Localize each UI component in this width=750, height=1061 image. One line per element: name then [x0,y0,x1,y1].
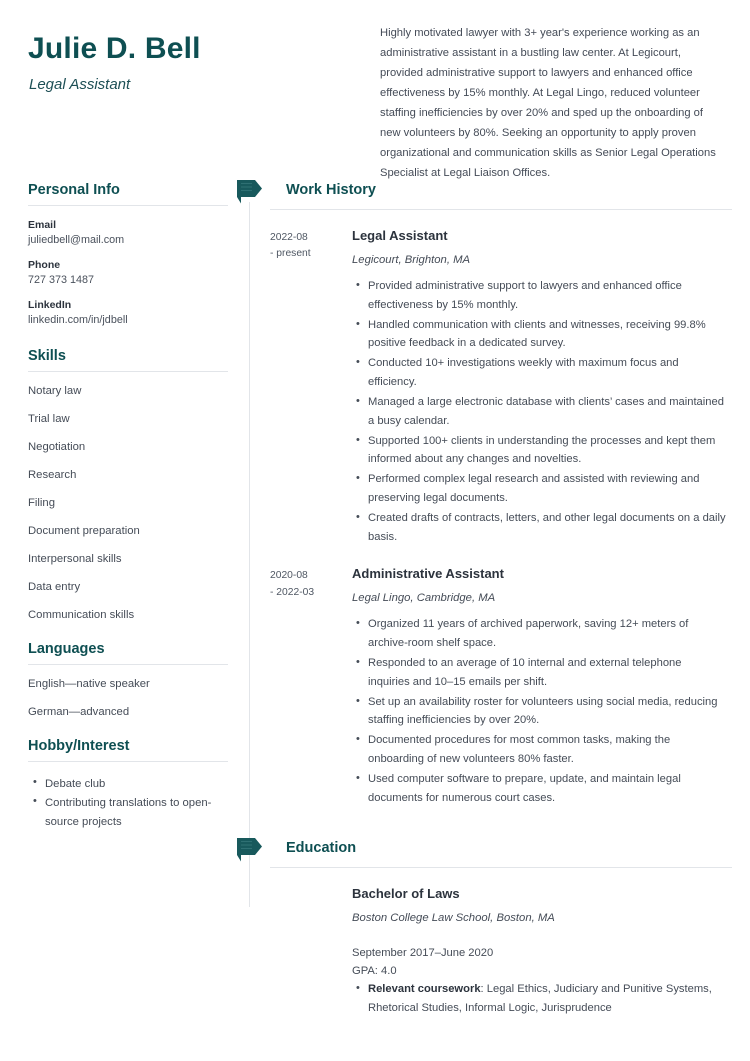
skill-item: Trial law [28,413,70,425]
language-item: English—native speaker [28,678,150,690]
contact-value-phone[interactable]: 727 373 1487 [28,274,228,286]
section-rule [28,761,228,762]
resume-page: Julie D. Bell Legal Assistant Highly mot… [0,0,750,1061]
list-item: Managed a large electronic database with… [356,392,726,431]
section-rule [270,209,732,210]
work-entry-bullets: Provided administrative support to lawye… [352,276,726,547]
education-header: Education [237,836,750,862]
contact-item-email: Email juliedbell@mail.com [28,219,228,246]
list-item: Handled communication with clients and w… [356,315,726,354]
education-heading: Education [286,839,357,856]
work-entry-bullets: Organized 11 years of archived paperwork… [352,614,726,808]
hobby-section: Hobby/Interest Debate club Contributing … [28,734,228,831]
list-item: Responded to an average of 10 internal a… [356,653,726,692]
education-entry-body: Bachelor of Laws Boston College Law Scho… [352,886,732,1018]
list-item: Used computer software to prepare, updat… [356,769,726,808]
education-degree: Bachelor of Laws [352,885,460,901]
skill-item: Negotiation [28,441,86,453]
section-rule [28,664,228,665]
professional-summary: Highly motivated lawyer with 3+ year's e… [380,27,716,179]
list-item: Documented procedures for most common ta… [356,730,726,769]
education-section: Education Bachelor of Laws Boston Colleg… [237,836,750,1018]
education-dates: September 2017–June 2020 [352,946,494,959]
resume-header: Julie D. Bell Legal Assistant Highly mot… [0,0,750,179]
work-history-heading: Work History [286,182,376,198]
list-item: Contributing translations to open-source… [33,793,228,831]
skill-item: Research [28,469,77,481]
work-history-header: Work History [237,178,750,204]
list-item: Performed complex legal research and ass… [356,469,726,508]
personal-info-section: Personal Info Email juliedbell@mail.com … [28,178,228,326]
education-gpa: GPA: 4.0 [352,964,397,977]
skill-item: Data entry [28,581,81,593]
list-item: Conducted 10+ investigations weekly with… [356,353,726,392]
contact-label: Phone [28,259,61,271]
main-column: Work History 2022-08 - present Legal Ass… [237,178,750,1018]
candidate-name: Julie D. Bell [28,32,201,65]
coursework-label: Relevant coursework [368,982,481,995]
section-rule [28,205,228,206]
skill-item: Filing [28,497,55,509]
list-item: Provided administrative support to lawye… [356,276,726,315]
skills-section: Skills Notary law Trial law Negotiation … [28,344,228,621]
contact-label: Email [28,219,57,231]
work-entry-title: Legal Assistant [352,228,448,243]
list-item: Supported 100+ clients in understanding … [356,431,726,470]
work-entry-dates: 2022-08 - present [270,230,340,263]
contact-label: LinkedIn [28,299,72,311]
list-item: Debate club [33,774,228,793]
date-end: - present [270,248,311,260]
date-end: - 2022-03 [270,586,315,598]
flag-icon [235,178,265,206]
skill-item: Document preparation [28,525,140,537]
skill-item: Notary law [28,385,82,397]
hobby-heading: Hobby/Interest [28,738,130,754]
languages-section: Languages English—native speaker German—… [28,637,228,718]
date-start: 2022-08 [270,232,308,243]
flag-icon [235,836,265,864]
work-entry-dates: 2020-08 - 2022-03 [270,568,340,601]
section-rule [28,371,228,372]
list-item: Set up an availability roster for volunt… [356,692,726,731]
work-entry-org: Legal Lingo, Cambridge, MA [352,592,496,605]
work-history-section: Work History 2022-08 - present Legal Ass… [237,178,750,808]
contact-value-email[interactable]: juliedbell@mail.com [28,234,228,246]
sidebar: Personal Info Email juliedbell@mail.com … [0,178,250,833]
list-item: Created drafts of contracts, letters, an… [356,508,726,547]
candidate-job-title: Legal Assistant [29,76,131,93]
education-entry: Bachelor of Laws Boston College Law Scho… [250,886,750,1018]
section-rule [270,866,732,868]
skill-item: Interpersonal skills [28,553,122,565]
education-coursework-list: Relevant coursework: Legal Ethics, Judic… [352,979,726,1018]
list-item: Organized 11 years of archived paperwork… [356,614,726,653]
work-entry-title: Administrative Assistant [352,566,504,582]
date-start: 2020-08 [270,570,308,582]
contact-item-phone: Phone 727 373 1487 [28,259,228,286]
work-entry: 2020-08 - 2022-03 Administrative Assista… [250,566,750,807]
work-entry-body: Legal Assistant Legicourt, Brighton, MA … [352,228,732,546]
skill-item: Communication skills [28,609,135,621]
language-item: German—advanced [28,706,130,718]
personal-info-heading: Personal Info [28,182,120,198]
skills-heading: Skills [28,348,66,364]
education-school: Boston College Law School, Boston, MA [352,911,555,924]
contact-item-linkedin: LinkedIn linkedin.com/in/jdbell [28,299,228,326]
work-entry-org: Legicourt, Brighton, MA [352,254,471,266]
work-entry-body: Administrative Assistant Legal Lingo, Ca… [352,566,732,807]
languages-heading: Languages [28,641,105,657]
hobby-list: Debate club Contributing translations to… [28,774,228,831]
list-item: Relevant coursework: Legal Ethics, Judic… [356,979,726,1018]
work-entry: 2022-08 - present Legal Assistant Legico… [250,228,750,546]
contact-value-linkedin[interactable]: linkedin.com/in/jdbell [28,314,228,326]
